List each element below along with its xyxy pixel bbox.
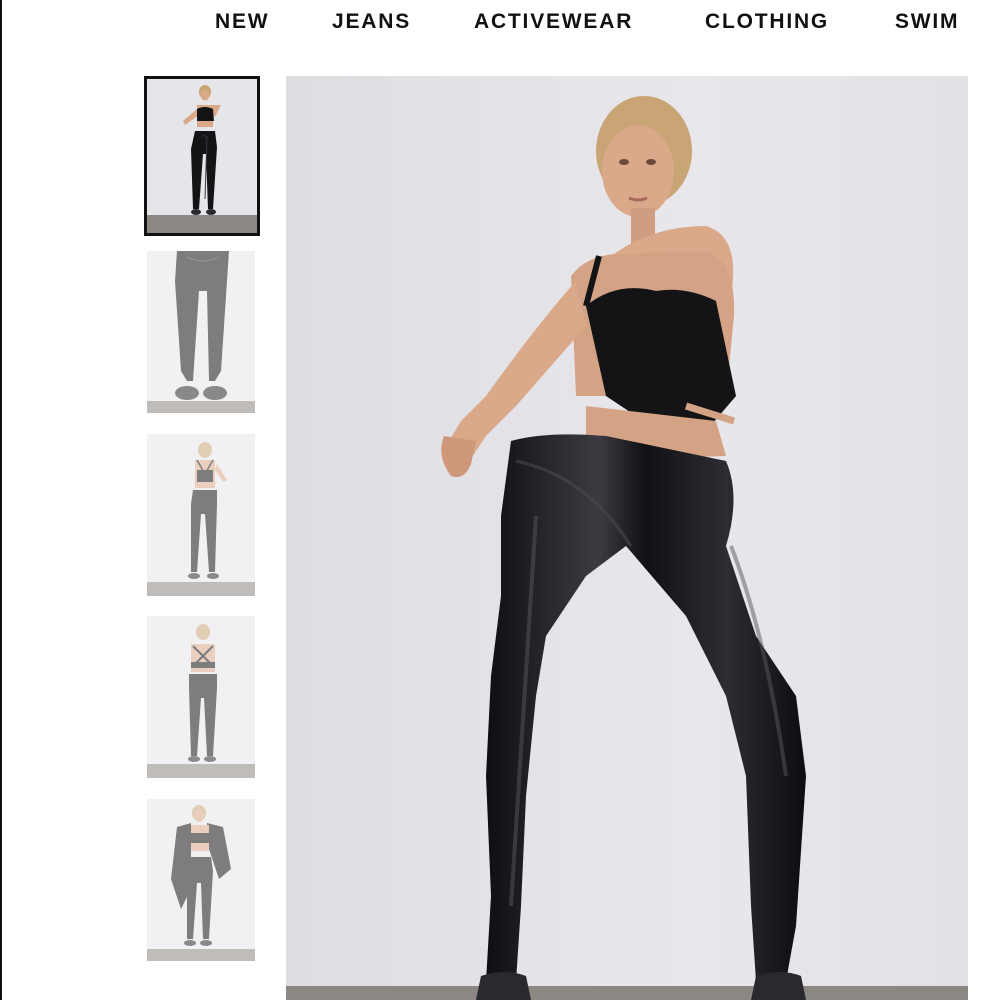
thumbnail-3-back[interactable] [147,434,255,596]
thumbnail-photo [147,79,257,233]
nav-item-swim[interactable]: SWIM [895,10,959,34]
nav-item-new[interactable]: NEW [215,10,269,34]
thumbnail-photo [147,799,255,961]
product-page: NEW JEANS ACTIVEWEAR CLOTHING SWIM [0,0,1000,1000]
main-product-image[interactable] [286,76,968,1000]
thumbnail-4-back-alt[interactable] [147,616,255,778]
thumbnail-2-legs[interactable] [147,251,255,413]
product-photo [286,76,968,1000]
thumbnail-photo [147,251,255,413]
nav-item-jeans[interactable]: JEANS [332,10,411,34]
nav-item-activewear[interactable]: ACTIVEWEAR [474,10,633,34]
thumbnail-photo [147,616,255,778]
thumbnail-5-jacket[interactable] [147,799,255,961]
thumbnail-photo [147,434,255,596]
top-navigation: NEW JEANS ACTIVEWEAR CLOTHING SWIM [0,0,1000,48]
thumbnail-1-front-full[interactable] [144,76,260,236]
left-border [0,0,2,1000]
nav-item-clothing[interactable]: CLOTHING [705,10,829,34]
